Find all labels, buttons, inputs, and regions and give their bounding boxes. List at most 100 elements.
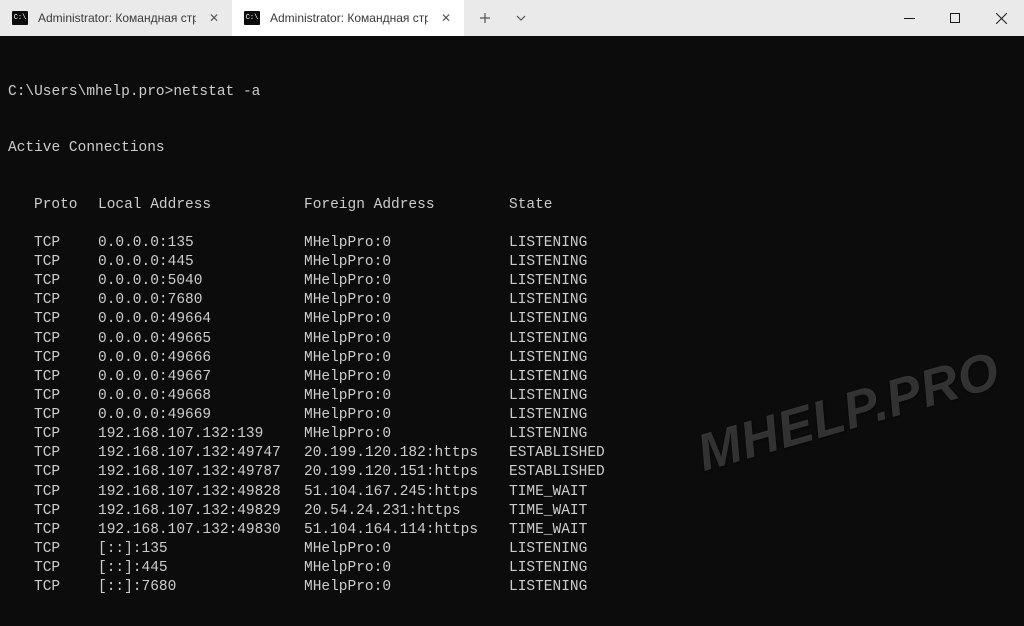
- table-row: TCP[::]:135MHelpPro:0LISTENING: [8, 540, 1016, 559]
- tab-actions: [464, 0, 886, 36]
- cell-local: 0.0.0.0:49669: [98, 406, 304, 425]
- table-row: TCP[::]:445MHelpPro:0LISTENING: [8, 559, 1016, 578]
- cell-state: LISTENING: [509, 330, 587, 349]
- cell-foreign: MHelpPro:0: [304, 272, 509, 291]
- cell-proto: TCP: [34, 234, 98, 253]
- cell-local: 0.0.0.0:7680: [98, 291, 304, 310]
- cell-state: LISTENING: [509, 291, 587, 310]
- cell-local: [::]:7680: [98, 578, 304, 597]
- table-body: TCP0.0.0.0:135MHelpPro:0LISTENINGTCP0.0.…: [8, 234, 1016, 597]
- table-row: TCP0.0.0.0:135MHelpPro:0LISTENING: [8, 234, 1016, 253]
- table-row: TCP192.168.107.132:139MHelpPro:0LISTENIN…: [8, 425, 1016, 444]
- cell-state: ESTABLISHED: [509, 444, 605, 463]
- terminal-output[interactable]: C:\Users\mhelp.pro>netstat -a Active Con…: [0, 36, 1024, 626]
- cell-state: LISTENING: [509, 310, 587, 329]
- close-icon[interactable]: ✕: [438, 10, 454, 26]
- cell-local: 192.168.107.132:49787: [98, 463, 304, 482]
- cell-foreign: MHelpPro:0: [304, 559, 509, 578]
- table-row: TCP0.0.0.0:49666MHelpPro:0LISTENING: [8, 349, 1016, 368]
- col-state: State: [509, 196, 553, 215]
- titlebar: C:\ Administrator: Командная стро ✕ C:\ …: [0, 0, 1024, 36]
- col-foreign: Foreign Address: [304, 196, 509, 215]
- cell-local: 0.0.0.0:5040: [98, 272, 304, 291]
- cell-foreign: 20.54.24.231:https: [304, 502, 509, 521]
- cell-local: 192.168.107.132:49829: [98, 502, 304, 521]
- tab-active[interactable]: C:\ Administrator: Командная стро ✕: [232, 0, 464, 36]
- cell-proto: TCP: [34, 349, 98, 368]
- table-row: TCP192.168.107.132:4978720.199.120.151:h…: [8, 463, 1016, 482]
- cell-foreign: 51.104.167.245:https: [304, 483, 509, 502]
- minimize-button[interactable]: [886, 0, 932, 36]
- cell-local: 0.0.0.0:445: [98, 253, 304, 272]
- cell-foreign: MHelpPro:0: [304, 425, 509, 444]
- cell-state: LISTENING: [509, 540, 587, 559]
- window-controls: [886, 0, 1024, 36]
- cell-state: LISTENING: [509, 578, 587, 597]
- table-row: TCP0.0.0.0:5040MHelpPro:0LISTENING: [8, 272, 1016, 291]
- cmd-icon: C:\: [244, 11, 260, 25]
- cell-local: 192.168.107.132:49830: [98, 521, 304, 540]
- cell-proto: TCP: [34, 253, 98, 272]
- cell-proto: TCP: [34, 330, 98, 349]
- cell-local: 0.0.0.0:49665: [98, 330, 304, 349]
- maximize-icon: [950, 13, 961, 24]
- cell-local: 0.0.0.0:49666: [98, 349, 304, 368]
- cell-state: LISTENING: [509, 387, 587, 406]
- cell-state: LISTENING: [509, 425, 587, 444]
- cell-foreign: MHelpPro:0: [304, 387, 509, 406]
- cell-state: LISTENING: [509, 234, 587, 253]
- cell-local: 0.0.0.0:49667: [98, 368, 304, 387]
- cell-state: TIME_WAIT: [509, 521, 587, 540]
- cell-state: TIME_WAIT: [509, 502, 587, 521]
- cell-local: [::]:445: [98, 559, 304, 578]
- cell-local: 0.0.0.0:49668: [98, 387, 304, 406]
- tab-inactive[interactable]: C:\ Administrator: Командная стро ✕: [0, 0, 232, 36]
- cell-proto: TCP: [34, 406, 98, 425]
- minimize-icon: [904, 13, 915, 24]
- new-tab-button[interactable]: [470, 4, 500, 32]
- cell-local: 0.0.0.0:49664: [98, 310, 304, 329]
- cell-state: LISTENING: [509, 559, 587, 578]
- cell-foreign: MHelpPro:0: [304, 578, 509, 597]
- table-row: TCP192.168.107.132:4982851.104.167.245:h…: [8, 483, 1016, 502]
- cell-proto: TCP: [34, 578, 98, 597]
- table-header-row: ProtoLocal AddressForeign AddressState: [8, 196, 1016, 215]
- cell-foreign: 51.104.164.114:https: [304, 521, 509, 540]
- cell-state: LISTENING: [509, 253, 587, 272]
- cell-foreign: MHelpPro:0: [304, 330, 509, 349]
- cell-state: ESTABLISHED: [509, 463, 605, 482]
- col-local: Local Address: [98, 196, 304, 215]
- table-row: TCP0.0.0.0:49665MHelpPro:0LISTENING: [8, 330, 1016, 349]
- col-proto: Proto: [34, 196, 98, 215]
- cell-proto: TCP: [34, 425, 98, 444]
- cell-local: 192.168.107.132:139: [98, 425, 304, 444]
- table-row: TCP0.0.0.0:49664MHelpPro:0LISTENING: [8, 310, 1016, 329]
- maximize-button[interactable]: [932, 0, 978, 36]
- table-row: TCP0.0.0.0:49667MHelpPro:0LISTENING: [8, 368, 1016, 387]
- cell-state: LISTENING: [509, 349, 587, 368]
- plus-icon: [479, 12, 491, 24]
- cell-local: 192.168.107.132:49828: [98, 483, 304, 502]
- table-row: TCP192.168.107.132:4974720.199.120.182:h…: [8, 444, 1016, 463]
- table-row: TCP0.0.0.0:445MHelpPro:0LISTENING: [8, 253, 1016, 272]
- tab-dropdown-button[interactable]: [506, 4, 536, 32]
- cell-state: LISTENING: [509, 368, 587, 387]
- cell-foreign: 20.199.120.182:https: [304, 444, 509, 463]
- section-header: Active Connections: [8, 139, 1016, 158]
- cell-local: [::]:135: [98, 540, 304, 559]
- cell-proto: TCP: [34, 368, 98, 387]
- cell-foreign: MHelpPro:0: [304, 368, 509, 387]
- close-icon[interactable]: ✕: [206, 10, 222, 26]
- close-button[interactable]: [978, 0, 1024, 36]
- tab-title: Administrator: Командная стро: [38, 11, 196, 25]
- cell-proto: TCP: [34, 387, 98, 406]
- tab-title: Administrator: Командная стро: [270, 11, 428, 25]
- cell-foreign: MHelpPro:0: [304, 406, 509, 425]
- cell-foreign: MHelpPro:0: [304, 234, 509, 253]
- cell-proto: TCP: [34, 272, 98, 291]
- cell-local: 0.0.0.0:135: [98, 234, 304, 253]
- cell-state: LISTENING: [509, 272, 587, 291]
- close-icon: [996, 13, 1007, 24]
- cell-proto: TCP: [34, 521, 98, 540]
- cell-foreign: MHelpPro:0: [304, 291, 509, 310]
